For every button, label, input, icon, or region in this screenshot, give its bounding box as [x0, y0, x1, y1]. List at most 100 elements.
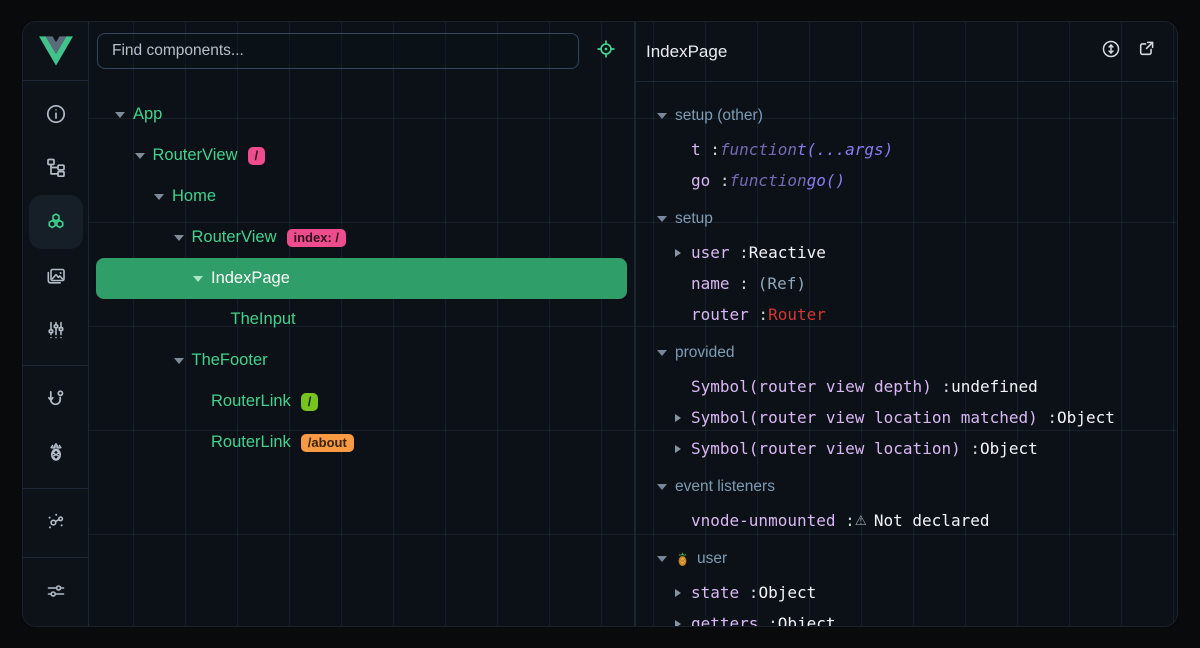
state-key: user — [691, 243, 730, 262]
route-badge: / — [248, 147, 266, 165]
inspector-panel: IndexPage — [634, 22, 1177, 626]
components-panel: AppRouterView/HomeRouterViewindex: /Inde… — [89, 22, 634, 626]
sidebar-item-components[interactable] — [29, 195, 83, 249]
state-row-symbol-router-view-location-matched-[interactable]: Symbol(router view location matched) : O… — [636, 402, 1177, 433]
expand-toggle-icon[interactable] — [675, 589, 691, 597]
sidebar-group-main — [23, 81, 88, 365]
sidebar-item-router[interactable] — [29, 372, 83, 426]
open-in-editor-button[interactable] — [1133, 39, 1159, 65]
sidebar-item-pages[interactable] — [29, 141, 83, 195]
route-badge: /about — [301, 434, 354, 452]
state-row-symbol-router-view-location-[interactable]: Symbol(router view location) : Object — [636, 433, 1177, 464]
section-collapse-icon — [657, 556, 667, 562]
sidebar-item-timeline[interactable] — [29, 303, 83, 357]
sliders-icon — [44, 579, 68, 603]
key-value-separator: : — [961, 439, 980, 458]
state-value: function — [730, 171, 807, 190]
expand-toggle-icon[interactable] — [675, 414, 691, 422]
expand-toggle-icon[interactable] — [675, 445, 691, 453]
vue-logo[interactable] — [23, 22, 88, 81]
expand-toggle-icon[interactable] — [173, 235, 185, 241]
sidebar — [23, 22, 89, 626]
scroll-to-icon — [1100, 38, 1122, 65]
component-name: RouterLink — [211, 392, 291, 411]
expand-toggle-icon[interactable] — [675, 249, 691, 257]
sidebar-item-pinia[interactable] — [29, 426, 83, 480]
state-value: Router — [768, 305, 826, 324]
section-collapse-icon — [657, 350, 667, 356]
expand-toggle-icon[interactable] — [192, 276, 204, 282]
inspector-header: IndexPage — [636, 22, 1177, 82]
key-value-separator: : — [932, 377, 951, 396]
sidebar-item-settings[interactable] — [29, 564, 83, 618]
search-input[interactable] — [97, 33, 579, 69]
target-icon — [595, 38, 617, 65]
inspect-target-button[interactable] — [593, 38, 619, 64]
state-row-getters[interactable]: getters : Object — [636, 608, 1177, 626]
info-icon — [44, 102, 68, 126]
expand-toggle-icon[interactable] — [114, 112, 126, 118]
key-value-separator: : — [758, 614, 777, 626]
state-row-go: go : function go() — [636, 165, 1177, 196]
sidebar-group-graph — [23, 488, 88, 557]
state-key: getters — [691, 614, 758, 626]
section-header-event-listeners[interactable]: event listeners — [636, 469, 1177, 505]
pinia-pineapple-icon — [675, 552, 690, 567]
state-value: Object — [980, 439, 1038, 458]
section-label: user — [697, 550, 727, 568]
state-key: Symbol(router view location matched) — [691, 408, 1038, 427]
component-name: IndexPage — [211, 269, 290, 288]
state-value: Not declared — [874, 511, 990, 530]
state-value: Object — [1057, 408, 1115, 427]
state-key: go — [691, 171, 710, 190]
section-header-setup[interactable]: setup — [636, 201, 1177, 237]
state-value: go() — [807, 171, 846, 190]
sidebar-item-assets[interactable] — [29, 249, 83, 303]
open-external-icon — [1135, 38, 1157, 65]
state-value: Object — [758, 583, 816, 602]
section-label: event listeners — [675, 478, 775, 496]
expand-toggle-icon[interactable] — [153, 194, 165, 200]
section-label: setup — [675, 210, 713, 228]
section-header-provided[interactable]: provided — [636, 335, 1177, 371]
state-key: name — [691, 274, 730, 293]
sidebar-group-settings — [23, 557, 88, 626]
scroll-to-component-button[interactable] — [1098, 39, 1124, 65]
expand-toggle-icon[interactable] — [675, 620, 691, 627]
tree-node-home[interactable]: Home — [89, 176, 634, 217]
key-value-separator: : — [739, 583, 758, 602]
sidebar-item-graph[interactable] — [29, 495, 83, 549]
pineapple-icon — [44, 441, 68, 465]
tree-node-theinput[interactable]: TheInput — [89, 299, 634, 340]
state-value: (Ref) — [758, 274, 806, 293]
tree-node-app[interactable]: App — [89, 94, 634, 135]
tree-node-indexpage[interactable]: IndexPage — [96, 258, 627, 299]
state-row-state[interactable]: state : Object — [636, 577, 1177, 608]
key-value-separator: : — [730, 243, 749, 262]
expand-toggle-icon[interactable] — [134, 153, 146, 159]
tree-node-routerlink[interactable]: RouterLink/ — [89, 381, 634, 422]
route-icon — [44, 387, 68, 411]
hexagons-icon — [44, 210, 68, 234]
state-row-symbol-router-view-depth-: Symbol(router view depth) : undefined — [636, 371, 1177, 402]
warning-icon: ⚠ — [855, 513, 867, 529]
tree-node-thefooter[interactable]: TheFooter — [89, 340, 634, 381]
sidebar-group-plugins — [23, 365, 88, 488]
expand-toggle-icon[interactable] — [173, 358, 185, 364]
state-row-user[interactable]: user : Reactive — [636, 237, 1177, 268]
tree-node-routerview[interactable]: RouterViewindex: / — [89, 217, 634, 258]
component-name: RouterView — [192, 228, 277, 247]
node-tree-icon — [44, 156, 68, 180]
state-key: router — [691, 305, 749, 324]
vue-devtools-window: AppRouterView/HomeRouterViewindex: /Inde… — [22, 21, 1178, 627]
sidebar-item-overview[interactable] — [29, 87, 83, 141]
section-header-setup-other-[interactable]: setup (other) — [636, 98, 1177, 134]
state-key: t — [691, 140, 701, 159]
inspector-title: IndexPage — [646, 42, 1089, 62]
section-header-user[interactable]: user — [636, 541, 1177, 577]
section-label: setup (other) — [675, 107, 763, 125]
tree-node-routerlink[interactable]: RouterLink/about — [89, 422, 634, 463]
state-value: Object — [778, 614, 836, 626]
tree-node-routerview[interactable]: RouterView/ — [89, 135, 634, 176]
section-collapse-icon — [657, 216, 667, 222]
